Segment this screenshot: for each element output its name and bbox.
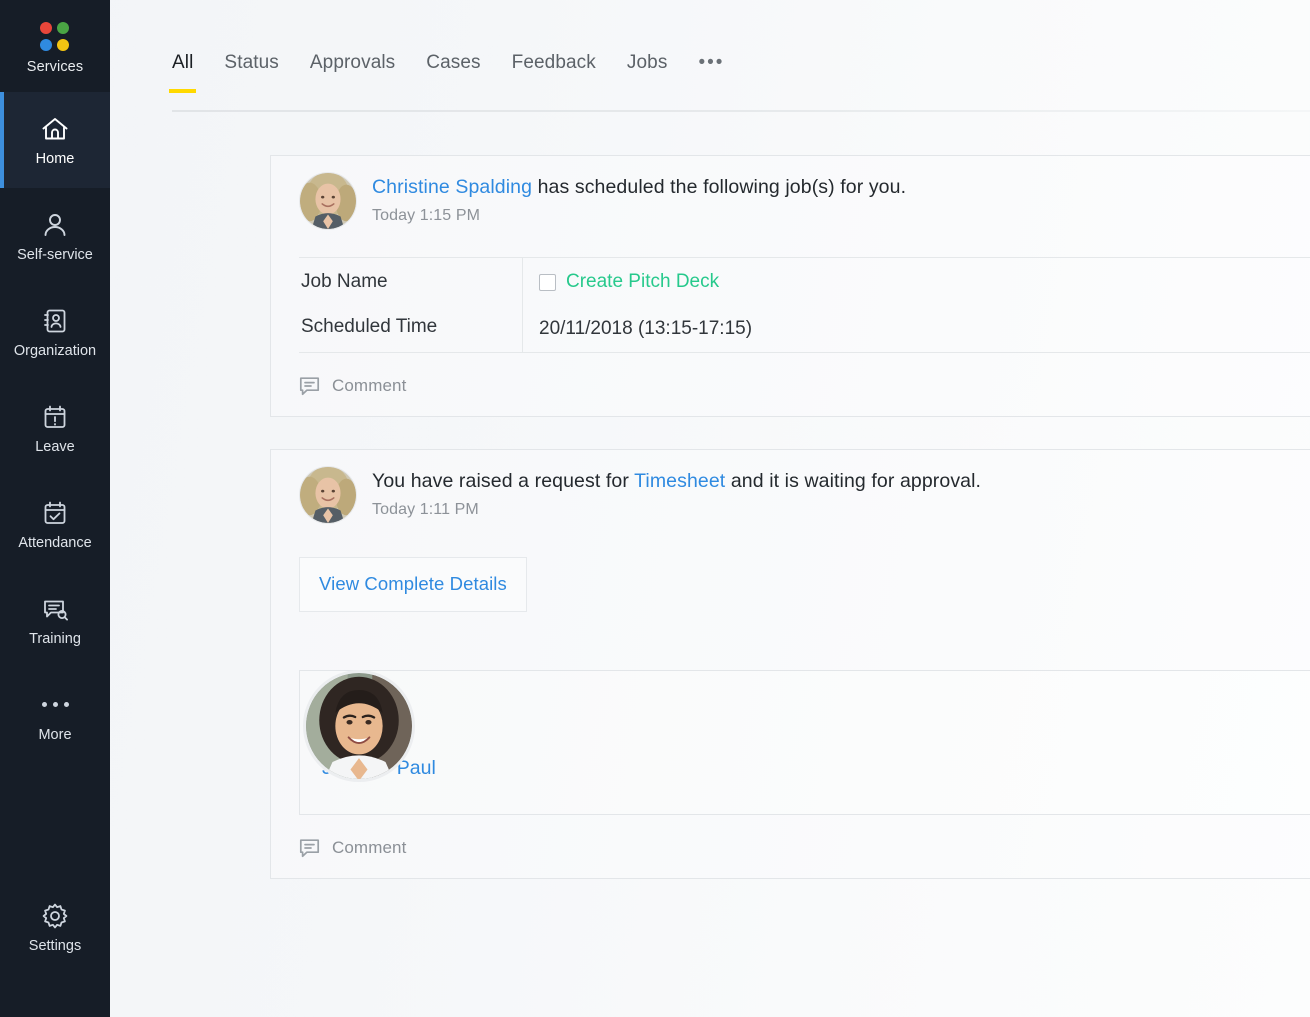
main-content: All Status Approvals Cases Feedback Jobs… — [110, 0, 1310, 1017]
tab-approvals[interactable]: Approvals — [310, 52, 395, 93]
job-name-link[interactable]: Create Pitch Deck — [566, 271, 719, 293]
tab-bar: All Status Approvals Cases Feedback Jobs… — [110, 52, 1310, 112]
card-header: Christine Spalding has scheduled the fol… — [271, 156, 1310, 230]
card-headline: You have raised a request for Timesheet … — [372, 469, 981, 493]
card-header-text: Christine Spalding has scheduled the fol… — [372, 172, 906, 225]
app-root: Services Home Self-service — [0, 0, 1310, 1017]
brand-services[interactable]: Services — [0, 0, 110, 92]
detail-label-job-name: Job Name — [299, 258, 523, 303]
view-complete-details-button[interactable]: View Complete Details — [299, 557, 527, 612]
feed-card-job-scheduled: Christine Spalding has scheduled the fol… — [270, 155, 1310, 417]
sidebar-item-more[interactable]: More — [0, 668, 110, 764]
sidebar-item-label-home: Home — [36, 152, 75, 167]
sidebar-item-home[interactable]: Home — [0, 92, 110, 188]
job-checkbox[interactable] — [539, 274, 556, 291]
approver-section: Jennifer Paul — [299, 670, 1310, 815]
author-link-christine-spalding[interactable]: Christine Spalding — [372, 176, 532, 198]
feed-card-timesheet-request: You have raised a request for Timesheet … — [270, 449, 1310, 879]
timesheet-link[interactable]: Timesheet — [634, 470, 725, 492]
sidebar-item-settings[interactable]: Settings — [0, 887, 110, 967]
user-icon — [42, 210, 68, 240]
card-headline: Christine Spalding has scheduled the fol… — [372, 175, 906, 199]
sidebar-item-label-settings: Settings — [29, 939, 81, 954]
sidebar: Services Home Self-service — [0, 0, 110, 1017]
approver-box: Jennifer Paul — [299, 670, 1310, 815]
training-chat-icon — [42, 594, 69, 624]
sidebar-item-label-organization: Organization — [14, 344, 96, 359]
tab-cases[interactable]: Cases — [426, 52, 480, 93]
sidebar-item-self-service[interactable]: Self-service — [0, 188, 110, 284]
card-header-text: You have raised a request for Timesheet … — [372, 466, 981, 519]
job-detail-table: Job Name Create Pitch Deck Scheduled Tim… — [299, 257, 1310, 353]
headline-suffix: and it is waiting for approval. — [725, 470, 981, 492]
ellipsis-icon — [42, 690, 69, 720]
home-icon — [41, 114, 69, 144]
tab-all[interactable]: All — [172, 52, 193, 93]
sidebar-item-label-more: More — [38, 728, 71, 743]
sidebar-item-attendance[interactable]: Attendance — [0, 476, 110, 572]
comment-label: Comment — [332, 838, 406, 858]
headline-rest: has scheduled the following job(s) for y… — [532, 176, 906, 198]
detail-label-scheduled-time: Scheduled Time — [299, 303, 523, 352]
avatar-jennifer-paul[interactable] — [303, 670, 415, 782]
brand-label: Services — [27, 59, 83, 75]
tab-jobs[interactable]: Jobs — [627, 52, 668, 93]
card-timestamp: Today 1:11 PM — [372, 501, 981, 519]
address-book-icon — [42, 306, 68, 336]
sidebar-item-label-leave: Leave — [35, 440, 75, 455]
avatar-current-user[interactable] — [299, 466, 357, 524]
calendar-check-icon — [42, 498, 68, 528]
comment-action-card2[interactable]: Comment — [271, 815, 1310, 878]
table-row: Job Name Create Pitch Deck — [299, 258, 1310, 303]
table-row: Scheduled Time 20/11/2018 (13:15-17:15) — [299, 303, 1310, 352]
sidebar-item-label-attendance: Attendance — [18, 536, 91, 551]
activity-feed: Christine Spalding has scheduled the fol… — [270, 155, 1310, 879]
sidebar-item-label-training: Training — [29, 632, 81, 647]
card-timestamp: Today 1:15 PM — [372, 207, 906, 225]
tab-feedback[interactable]: Feedback — [512, 52, 596, 93]
sidebar-item-label-self-service: Self-service — [17, 248, 93, 263]
card-header: You have raised a request for Timesheet … — [271, 450, 1310, 524]
tab-divider — [172, 110, 1310, 112]
tab-status[interactable]: Status — [224, 52, 278, 93]
detail-value-job-name: Create Pitch Deck — [523, 258, 1310, 303]
tab-overflow-ellipsis-icon[interactable]: ••• — [698, 52, 724, 93]
services-logo-icon — [40, 22, 70, 52]
avatar-christine-spalding[interactable] — [299, 172, 357, 230]
calendar-alert-icon — [42, 402, 68, 432]
sidebar-item-leave[interactable]: Leave — [0, 380, 110, 476]
sidebar-item-training[interactable]: Training — [0, 572, 110, 668]
comment-icon — [299, 838, 320, 858]
comment-icon — [299, 376, 320, 396]
gear-icon — [41, 901, 69, 931]
comment-action-card1[interactable]: Comment — [271, 353, 1310, 416]
headline-prefix: You have raised a request for — [372, 470, 634, 492]
sidebar-item-organization[interactable]: Organization — [0, 284, 110, 380]
comment-label: Comment — [332, 376, 406, 396]
detail-value-scheduled-time: 20/11/2018 (13:15-17:15) — [523, 303, 1310, 352]
